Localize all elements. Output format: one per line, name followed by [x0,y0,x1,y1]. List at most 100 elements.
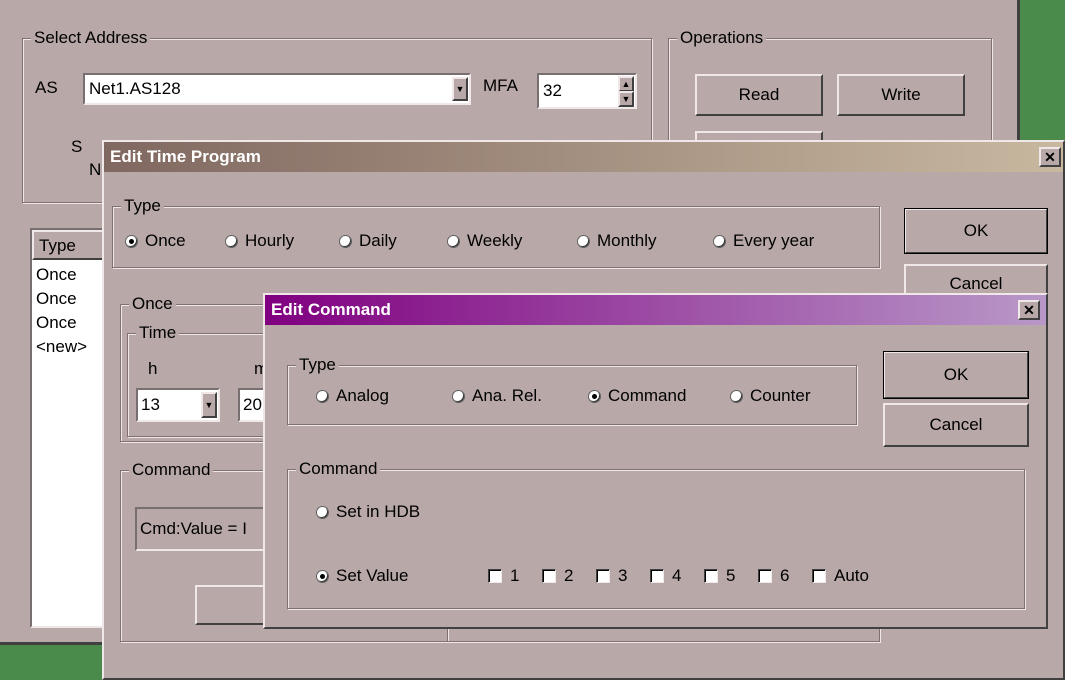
read-button-label: Read [738,85,780,104]
hour-dropdown-button[interactable]: ▼ [201,392,217,418]
checkbox-auto[interactable]: Auto [812,566,869,586]
mfa-up-button[interactable]: ▲ [618,76,634,92]
radio-daily[interactable]: Daily [339,231,397,251]
radio-icon [316,505,329,519]
checkbox-2[interactable]: 2 [542,566,573,586]
edit-time-program-titlebar: Edit Time Program [104,142,1063,172]
checkbox-label: 6 [780,566,790,585]
radio-label: Set in HDB [336,502,421,521]
once-legend: Once [129,293,176,315]
radio-label: Command [608,386,687,405]
list-item[interactable]: Once [36,287,87,311]
as-value: Net1.AS128 [89,79,181,98]
radio-icon [452,389,465,403]
arrow-down-icon: ▼ [621,93,631,104]
time-program-ok-button[interactable]: OK [904,208,1048,254]
checkbox-label: Auto [834,566,869,585]
checkbox-icon [704,569,718,583]
radio-label: Weekly [467,231,523,250]
checkbox-5[interactable]: 5 [704,566,735,586]
time-legend: Time [136,322,180,344]
radio-icon [225,234,238,248]
hour-value: 13 [141,395,160,414]
radio-label: Counter [750,386,811,405]
radio-label: Hourly [245,231,295,250]
as-dropdown-button[interactable]: ▼ [452,77,468,101]
mfa-label: MFA [483,76,518,95]
edit-command-titlebar: Edit Command [265,295,1046,325]
type-list[interactable]: Type Once Once Once <new> [30,228,110,628]
mfa-value: 32 [543,81,562,100]
radio-hourly[interactable]: Hourly [225,231,294,251]
radio-weekly[interactable]: Weekly [447,231,522,251]
list-item[interactable]: Once [36,263,87,287]
as-label: AS [35,78,58,97]
time-type-group: Type Once Hourly Daily Weekly Monthly Ev… [112,195,880,268]
edit-command-ok-button[interactable]: OK [883,351,1029,399]
checkbox-icon [596,569,610,583]
radio-set-in-hdb[interactable]: Set in HDB [316,502,420,522]
radio-label: Daily [359,231,397,250]
checkbox-4[interactable]: 4 [650,566,681,586]
radio-every-year[interactable]: Every year [713,231,814,251]
ok-label: OK [943,365,969,384]
sl-label-partial: S [71,137,83,156]
type-list-header[interactable]: Type [32,230,108,260]
checkbox-6[interactable]: 6 [758,566,789,586]
ok-label: OK [963,221,989,240]
close-icon[interactable]: ✕ [1039,147,1061,167]
cancel-label: Cancel [949,274,1003,293]
checkbox-1[interactable]: 1 [488,566,519,586]
radio-icon [316,389,329,403]
radio-label: Once [145,231,186,250]
checkbox-3[interactable]: 3 [596,566,627,586]
radio-label: Set Value [336,566,409,585]
radio-command[interactable]: Command [588,386,686,406]
type-list-rows: Once Once Once <new> [36,263,87,359]
operations-legend: Operations [677,27,767,49]
mfa-down-button[interactable]: ▼ [618,91,634,107]
checkbox-icon [542,569,556,583]
edit-command-legend: Command [296,458,381,480]
radio-icon [730,389,743,403]
type-list-header-label: Type [39,236,76,255]
radio-icon [447,234,460,248]
command-type-legend: Type [296,354,339,376]
as-combobox[interactable]: Net1.AS128 ▼ [83,73,471,105]
radio-icon [339,234,352,248]
minute-value: 20 [243,395,262,414]
hour-combobox[interactable]: 13 ▼ [136,388,220,422]
write-button[interactable]: Write [837,74,965,116]
list-item[interactable]: <new> [36,335,87,359]
radio-ana-rel[interactable]: Ana. Rel. [452,386,542,406]
read-button[interactable]: Read [695,74,823,116]
radio-icon [577,234,590,248]
time-type-legend: Type [121,195,164,217]
radio-label: Ana. Rel. [472,386,542,405]
arrow-up-icon: ▲ [621,78,631,89]
desktop-background-bottom [0,640,110,680]
hour-label: h [148,359,158,378]
mfa-spinner[interactable]: 32 ▲ ▼ [537,73,637,109]
chevron-down-icon: ▼ [204,399,214,410]
edit-command-cancel-button[interactable]: Cancel [883,403,1029,447]
radio-counter[interactable]: Counter [730,386,810,406]
checkbox-label: 1 [510,566,520,585]
cancel-label: Cancel [929,415,983,434]
radio-analog[interactable]: Analog [316,386,389,406]
radio-checked-icon [588,389,601,403]
list-item[interactable]: Once [36,311,87,335]
radio-monthly[interactable]: Monthly [577,231,657,251]
radio-label: Analog [336,386,389,405]
edit-command-dialog: Edit Command ✕ Type Analog Ana. Rel. Com… [263,293,1048,629]
command-value: Cmd:Value = I [140,519,247,538]
checkbox-label: 2 [564,566,574,585]
command-type-group: Type Analog Ana. Rel. Command Counter [287,354,857,425]
radio-once[interactable]: Once [125,231,186,251]
edit-command-group: Command Set in HDB Set Value 1 2 3 4 5 6… [287,458,1025,609]
radio-label: Monthly [597,231,657,250]
checkbox-label: 4 [672,566,682,585]
checkbox-icon [812,569,826,583]
close-icon[interactable]: ✕ [1018,300,1040,320]
radio-set-value[interactable]: Set Value [316,566,408,586]
